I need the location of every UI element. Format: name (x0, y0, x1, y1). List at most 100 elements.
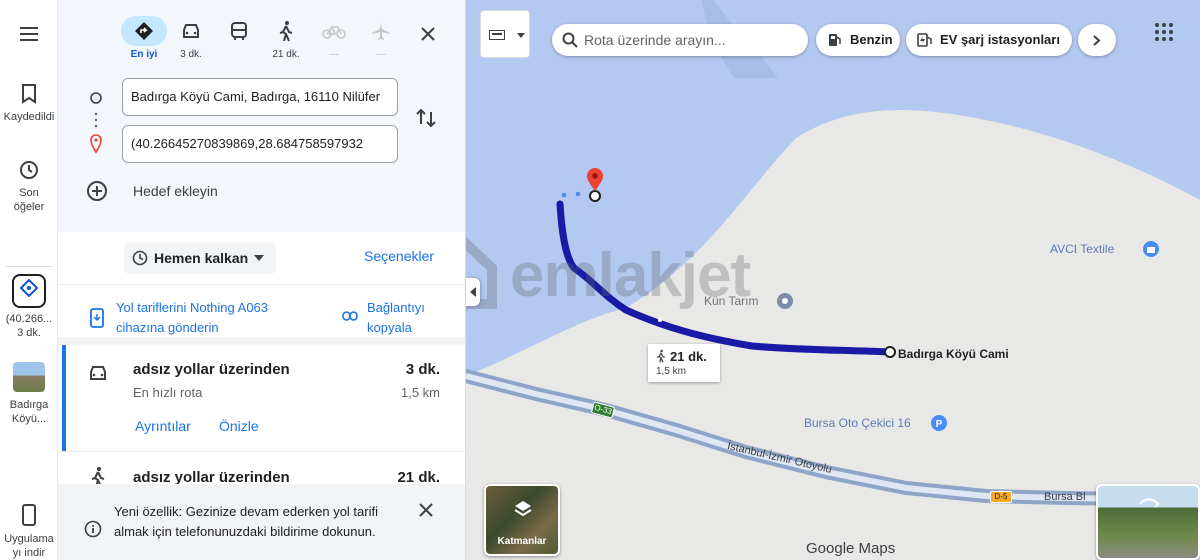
route-1-details-button[interactable]: Ayrıntılar (135, 418, 191, 434)
walk-dot (561, 192, 567, 198)
chip-fuel-label: Benzin (850, 32, 893, 47)
mode-driving[interactable]: 3 dk. (167, 16, 215, 60)
pinned-route-1[interactable]: (40.266... 3 dk. (0, 274, 58, 340)
menu-button[interactable] (0, 26, 58, 48)
close-directions-button[interactable] (416, 22, 440, 46)
mode-flight-label: — (376, 49, 386, 60)
chip-ev-charging[interactable]: EV şarj istasyonları (906, 24, 1072, 56)
directions-diamond-icon (20, 279, 38, 297)
mode-best[interactable]: En iyi (120, 16, 168, 60)
search-icon (562, 32, 578, 48)
route-midpoint (658, 318, 662, 322)
route-1-title: adsız yollar üzerinden (133, 361, 290, 378)
close-icon (421, 27, 435, 41)
left-rail: Kaydedildi Son öğeler (40.266... 3 dk. B… (0, 0, 58, 560)
street-view-thumbnail[interactable] (1096, 484, 1200, 560)
selected-route-indicator (62, 345, 66, 451)
saved-button[interactable]: Kaydedildi (0, 84, 58, 124)
collapse-panel-button[interactable] (466, 278, 480, 306)
feature-banner-text: Yeni özellik: Gezinize devam ederken yol… (114, 504, 378, 539)
info-icon (84, 520, 102, 538)
road-label-bursa: Bursa Bl (1044, 491, 1086, 503)
keyboard-icon (489, 30, 505, 40)
fuel-icon (829, 34, 841, 46)
origin-marker (884, 346, 896, 358)
car-icon (90, 366, 106, 380)
recents-button[interactable]: Son öğeler (0, 160, 58, 214)
close-icon (419, 503, 433, 517)
mode-transit[interactable] (215, 16, 263, 49)
route-search-input[interactable]: Rota üzerinde arayın... (552, 24, 808, 56)
add-destination-button[interactable] (86, 180, 108, 202)
mode-walking[interactable]: 21 dk. (262, 16, 310, 60)
copy-link-line1: Bağlantıyı (367, 300, 425, 315)
link-icon (342, 311, 358, 321)
route-option-1[interactable]: adsız yollar üzerinden 3 dk. En hızlı ro… (58, 345, 465, 451)
place-avci-textile-label: AVCI Textile (1050, 242, 1115, 256)
map-canvas[interactable]: emlakjet Rota üzerinde arayın... Benzin … (466, 0, 1200, 560)
mode-transit-pill (216, 16, 262, 46)
mode-cycling-label: — (329, 49, 339, 60)
apps-button[interactable] (1154, 22, 1182, 50)
recents-label: Son öğeler (13, 187, 45, 213)
mode-walking-label: 21 dk. (272, 49, 300, 60)
copy-link-line2: kopyala (367, 320, 412, 335)
road-shield-d5: D-5 (990, 491, 1012, 503)
copy-link-button[interactable]: Bağlantıyı kopyala (367, 298, 425, 338)
place-bursa-oto-label: Bursa Oto Çekici 16 (804, 416, 911, 430)
walk-dot (575, 191, 581, 197)
place-badirga-cami[interactable]: Badırga Köyü Cami (898, 347, 1009, 361)
place-marker-icon (777, 293, 793, 309)
chip-fuel[interactable]: Benzin (816, 24, 900, 56)
phone-icon (22, 504, 36, 526)
destination-pin-dot (592, 173, 598, 179)
route-1-subtitle: En hızlı rota (133, 385, 203, 400)
plane-icon (372, 22, 390, 40)
send-to-device-line1: Yol tariflerini Nothing A063 (116, 300, 269, 315)
pinned-route-1-line2: 3 dk. (17, 327, 41, 339)
map-mode-selector[interactable] (480, 10, 530, 58)
place-kun-tarim-label: Kün Tarım (704, 294, 759, 308)
add-destination-label[interactable]: Hedef ekleyin (133, 183, 218, 199)
get-app-button[interactable]: Uygulama yı indir (0, 504, 58, 560)
parking-icon: P (931, 415, 947, 431)
send-to-device-link[interactable]: Yol tariflerini Nothing A063 cihazına gö… (116, 298, 268, 338)
bus-icon (231, 22, 247, 40)
layers-button[interactable]: Katmanlar (484, 484, 560, 556)
walking-callout[interactable]: 21 dk. 1,5 km (648, 344, 720, 382)
car-icon (183, 24, 199, 38)
google-maps-attribution: Google Maps (806, 540, 896, 557)
mode-cycling[interactable]: — (310, 16, 358, 60)
pinned-place-2[interactable]: Badırga Köyü... (0, 362, 58, 426)
place-bursa-oto-cekici[interactable]: Bursa Oto Çekici 16 P (804, 415, 947, 431)
place-avci-textile[interactable]: AVCI Textile (1050, 241, 1159, 257)
pinned-route-1-line1: (40.266... (5, 313, 53, 325)
send-to-device-line2: cihazına gönderin (116, 320, 219, 335)
origin-input[interactable]: Badırga Köyü Cami, Badırga, 16110 Nilüfe… (122, 78, 398, 116)
chips-scroll-right-button[interactable] (1078, 24, 1116, 56)
caret-down-icon (254, 255, 264, 261)
get-app-label: Uygulama yı indir (4, 533, 54, 559)
bicycle-icon (322, 26, 346, 39)
directions-panel: En iyi 3 dk. 21 dk. — — Badırga Köyü Cam… (58, 0, 466, 560)
destination-input[interactable]: (40.26645270839869,28.684758597932 (122, 125, 398, 163)
walking-time: 21 dk. (670, 349, 707, 364)
departure-time-dropdown[interactable]: Hemen kalkan (124, 242, 276, 274)
place-kun-tarim[interactable]: Kün Tarım (704, 293, 793, 309)
divider-line (58, 284, 465, 285)
options-button[interactable]: Seçenekler (364, 248, 434, 264)
walk-icon (657, 349, 665, 363)
swap-vertical-icon (416, 108, 436, 128)
mode-driving-pill (168, 16, 214, 46)
route-1-time: 3 dk. (405, 361, 440, 378)
add-circle-icon (87, 181, 107, 201)
section-divider (58, 337, 465, 345)
mode-flight[interactable]: — (357, 16, 405, 60)
swap-button[interactable] (414, 106, 442, 132)
map-graphics (466, 0, 1200, 560)
departure-time-label: Hemen kalkan (154, 250, 249, 266)
pinned-place-2-line2: Köyü... (11, 413, 47, 425)
route-1-preview-button[interactable]: Önizle (219, 418, 259, 434)
dismiss-banner-button[interactable] (418, 502, 438, 522)
walk-icon (279, 21, 293, 42)
